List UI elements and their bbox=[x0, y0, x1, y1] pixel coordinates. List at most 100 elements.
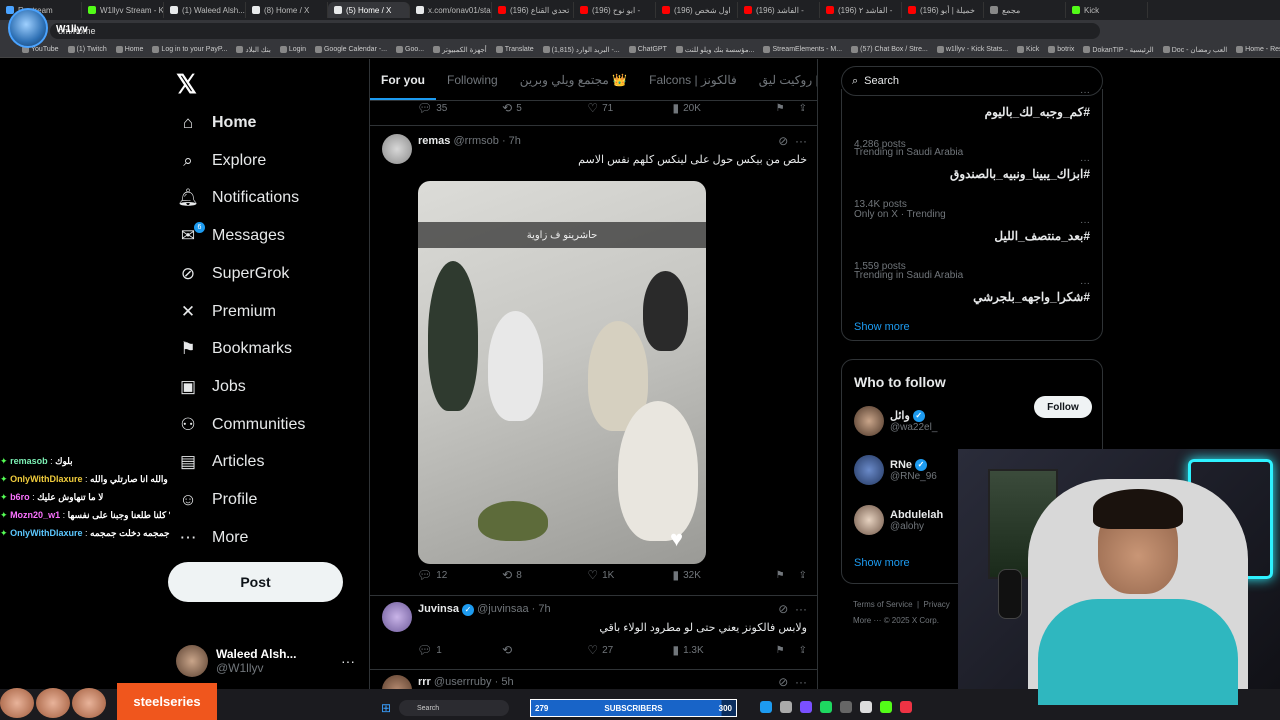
address-bar[interactable]: om/home bbox=[50, 23, 1100, 39]
bookmark-icon[interactable]: ⚑ bbox=[776, 103, 785, 114]
browser-tab[interactable]: (196) تحدي القناع bbox=[492, 2, 574, 18]
privacy-link[interactable]: Privacy bbox=[924, 600, 950, 609]
tab-feed[interactable]: For you bbox=[370, 59, 436, 100]
like-button[interactable]: ♡ 1K bbox=[587, 568, 672, 582]
avatar[interactable] bbox=[382, 134, 412, 164]
bookmark-item[interactable]: StreamElements - M... bbox=[763, 46, 842, 53]
nav-item-supergrok[interactable]: ⊘ SuperGrok bbox=[178, 260, 290, 288]
trends-show-more-link[interactable]: Show more bbox=[854, 321, 910, 333]
explorer-icon[interactable] bbox=[780, 701, 792, 713]
bookmark-item[interactable]: Kick bbox=[1017, 46, 1039, 53]
nav-item-more[interactable]: ⋯ More bbox=[178, 524, 249, 552]
browser-tab[interactable]: (1) Waleed Alsh... bbox=[164, 2, 246, 18]
footer-more-link[interactable]: More ··· bbox=[853, 616, 881, 625]
tweet-time[interactable]: 5h bbox=[501, 676, 513, 688]
browser-tab[interactable]: (196) الفاشد - bbox=[738, 2, 820, 18]
share-icon[interactable]: ⇪ bbox=[799, 103, 807, 114]
browser-tab[interactable]: مجمع bbox=[984, 2, 1066, 18]
bookmark-item[interactable]: w1llyv - Kick Stats... bbox=[936, 46, 1008, 53]
like-button[interactable]: ♡ 27 bbox=[587, 643, 672, 657]
bookmark-item[interactable]: Doc - العب رمضان bbox=[1162, 46, 1227, 54]
terms-link[interactable]: Terms of Service bbox=[853, 600, 913, 609]
reply-button[interactable]: 💬︎ 35 bbox=[417, 101, 502, 115]
browser-tab[interactable]: (8) Home / X bbox=[246, 2, 328, 18]
bookmark-icon[interactable]: ⚑ bbox=[776, 570, 785, 581]
trend-name[interactable]: #كم_وجبه_لك_باليوم bbox=[985, 105, 1090, 119]
tweet-photo[interactable]: حاشرينو ف زاوية ♥ bbox=[418, 181, 706, 564]
follow-button[interactable]: Follow bbox=[1034, 396, 1092, 418]
views-button[interactable]: ▮ 32K bbox=[672, 568, 757, 582]
bookmark-item[interactable]: Translate bbox=[495, 46, 534, 53]
avatar[interactable] bbox=[382, 602, 412, 632]
author-name[interactable]: remas bbox=[418, 135, 450, 147]
share-icon[interactable]: ⇪ bbox=[799, 645, 807, 656]
nav-item-notifications[interactable]: 🔔︎ Notifications bbox=[177, 184, 299, 212]
nav-item-jobs[interactable]: ▣ Jobs bbox=[178, 373, 246, 401]
browser-tab[interactable]: Kick bbox=[1066, 2, 1148, 18]
tab-feed[interactable]: مجتمع ويلي وبرين 👑 bbox=[509, 73, 638, 87]
repost-button[interactable]: ⟲ 5 bbox=[502, 101, 587, 115]
author-handle[interactable]: @rrmsob bbox=[453, 135, 498, 147]
browser-tab[interactable]: (5) Home / X bbox=[328, 2, 410, 18]
suggested-account[interactable]: RNe ✓ @RNe_96 bbox=[854, 455, 937, 485]
app-icon[interactable] bbox=[860, 701, 872, 713]
tweet[interactable]: Juvinsa ✓ @juvinsaa · 7h ⊘ ··· ولابس فال… bbox=[370, 595, 817, 669]
nav-item-explore[interactable]: ⌕ Explore bbox=[178, 147, 266, 175]
reply-button[interactable]: 💬︎ 12 bbox=[417, 568, 502, 582]
avatar[interactable] bbox=[854, 406, 884, 436]
views-button[interactable]: ▮ 1.3K bbox=[672, 643, 757, 657]
bookmark-item[interactable]: ChatGPT bbox=[628, 46, 667, 53]
tweet-time[interactable]: 7h bbox=[509, 135, 521, 147]
share-icon[interactable]: ⇪ bbox=[799, 570, 807, 581]
avatar[interactable] bbox=[854, 455, 884, 485]
bookmark-item[interactable]: Home - Restream bbox=[1236, 46, 1280, 53]
bookmark-item[interactable]: botrix bbox=[1048, 46, 1074, 53]
x-logo-icon[interactable]: 𝕏 bbox=[176, 69, 197, 100]
views-button[interactable]: ▮ 20K bbox=[672, 101, 757, 115]
browser-tab[interactable]: (196) الفاشد ٢ - bbox=[820, 2, 902, 18]
bookmark-item[interactable]: بنك البلاد bbox=[236, 46, 271, 54]
tweet[interactable]: remas @rrmsob · 7h ⊘ ··· خلص من بيكس حول… bbox=[370, 125, 817, 595]
avatar[interactable] bbox=[854, 505, 884, 535]
more-horizontal-icon[interactable]: ⊘ ··· bbox=[778, 134, 807, 148]
browser-tab[interactable]: (196) خميلة | أبو bbox=[902, 2, 984, 18]
bookmark-item[interactable]: (57) Chat Box / Stre... bbox=[851, 46, 928, 53]
browser-tab[interactable]: x.com/onav01/sta bbox=[410, 2, 492, 18]
browser-tab[interactable]: W1llyv Stream - K bbox=[82, 2, 164, 18]
tab-feed[interactable]: روكيت ليق | RL bbox=[748, 73, 817, 87]
reply-button[interactable]: 💬︎ 1 bbox=[417, 643, 502, 657]
tweet-time[interactable]: 7h bbox=[538, 603, 550, 615]
tab-feed[interactable]: Following bbox=[436, 73, 509, 87]
browser-tab[interactable]: (196) ابو نوح - bbox=[574, 2, 656, 18]
bookmark-icon[interactable]: ⚑ bbox=[776, 645, 785, 656]
obs-icon[interactable] bbox=[900, 701, 912, 713]
repost-button[interactable]: ⟲ 8 bbox=[502, 568, 587, 582]
post-button[interactable]: Post bbox=[168, 562, 343, 602]
more-horizontal-icon[interactable]: ⊘ ··· bbox=[778, 602, 807, 616]
bookmark-item[interactable]: Google Calendar -... bbox=[314, 46, 387, 53]
browser-tab[interactable]: (196) اول شخص bbox=[656, 2, 738, 18]
author-name[interactable]: Juvinsa bbox=[418, 603, 459, 615]
bookmark-item[interactable]: Log in to your PayP... bbox=[152, 46, 227, 53]
edge-icon[interactable] bbox=[760, 701, 772, 713]
more-horizontal-icon[interactable]: ··· bbox=[1080, 217, 1090, 228]
bookmark-item[interactable]: البريد الوارد (1,815) -... bbox=[542, 46, 620, 54]
who-to-follow-show-more-link[interactable]: Show more bbox=[854, 557, 910, 569]
more-horizontal-icon[interactable]: ··· bbox=[341, 653, 355, 669]
more-horizontal-icon[interactable]: ··· bbox=[1080, 278, 1090, 289]
kick-icon[interactable] bbox=[880, 701, 892, 713]
like-button[interactable]: ♡ 71 bbox=[587, 101, 672, 115]
author-handle[interactable]: @juvinsaa bbox=[477, 603, 529, 615]
bookmark-item[interactable]: DokanTIP - الرئيسية bbox=[1083, 46, 1154, 54]
bookmark-item[interactable]: (1) Twitch bbox=[67, 46, 107, 53]
nav-item-home[interactable]: ⌂ Home bbox=[178, 109, 257, 137]
suggested-account[interactable]: Abdulelah @alohy bbox=[854, 505, 943, 535]
trend-name[interactable]: #ابزاك_يبينا_ونبيه_بالصندوق bbox=[950, 167, 1090, 181]
nav-item-bookmarks[interactable]: ⚑ Bookmarks bbox=[178, 335, 292, 363]
more-horizontal-icon[interactable]: ⊘ ··· bbox=[778, 675, 807, 689]
nav-item-communities[interactable]: ⚇ Communities bbox=[178, 411, 305, 439]
bookmark-item[interactable]: Home bbox=[115, 46, 143, 53]
taskbar-search[interactable]: Search bbox=[399, 700, 509, 716]
account-switcher[interactable]: Waleed Alsh... @W1llyv ··· bbox=[176, 645, 355, 677]
trend-name[interactable]: #بعد_منتصف_الليل bbox=[994, 229, 1090, 243]
